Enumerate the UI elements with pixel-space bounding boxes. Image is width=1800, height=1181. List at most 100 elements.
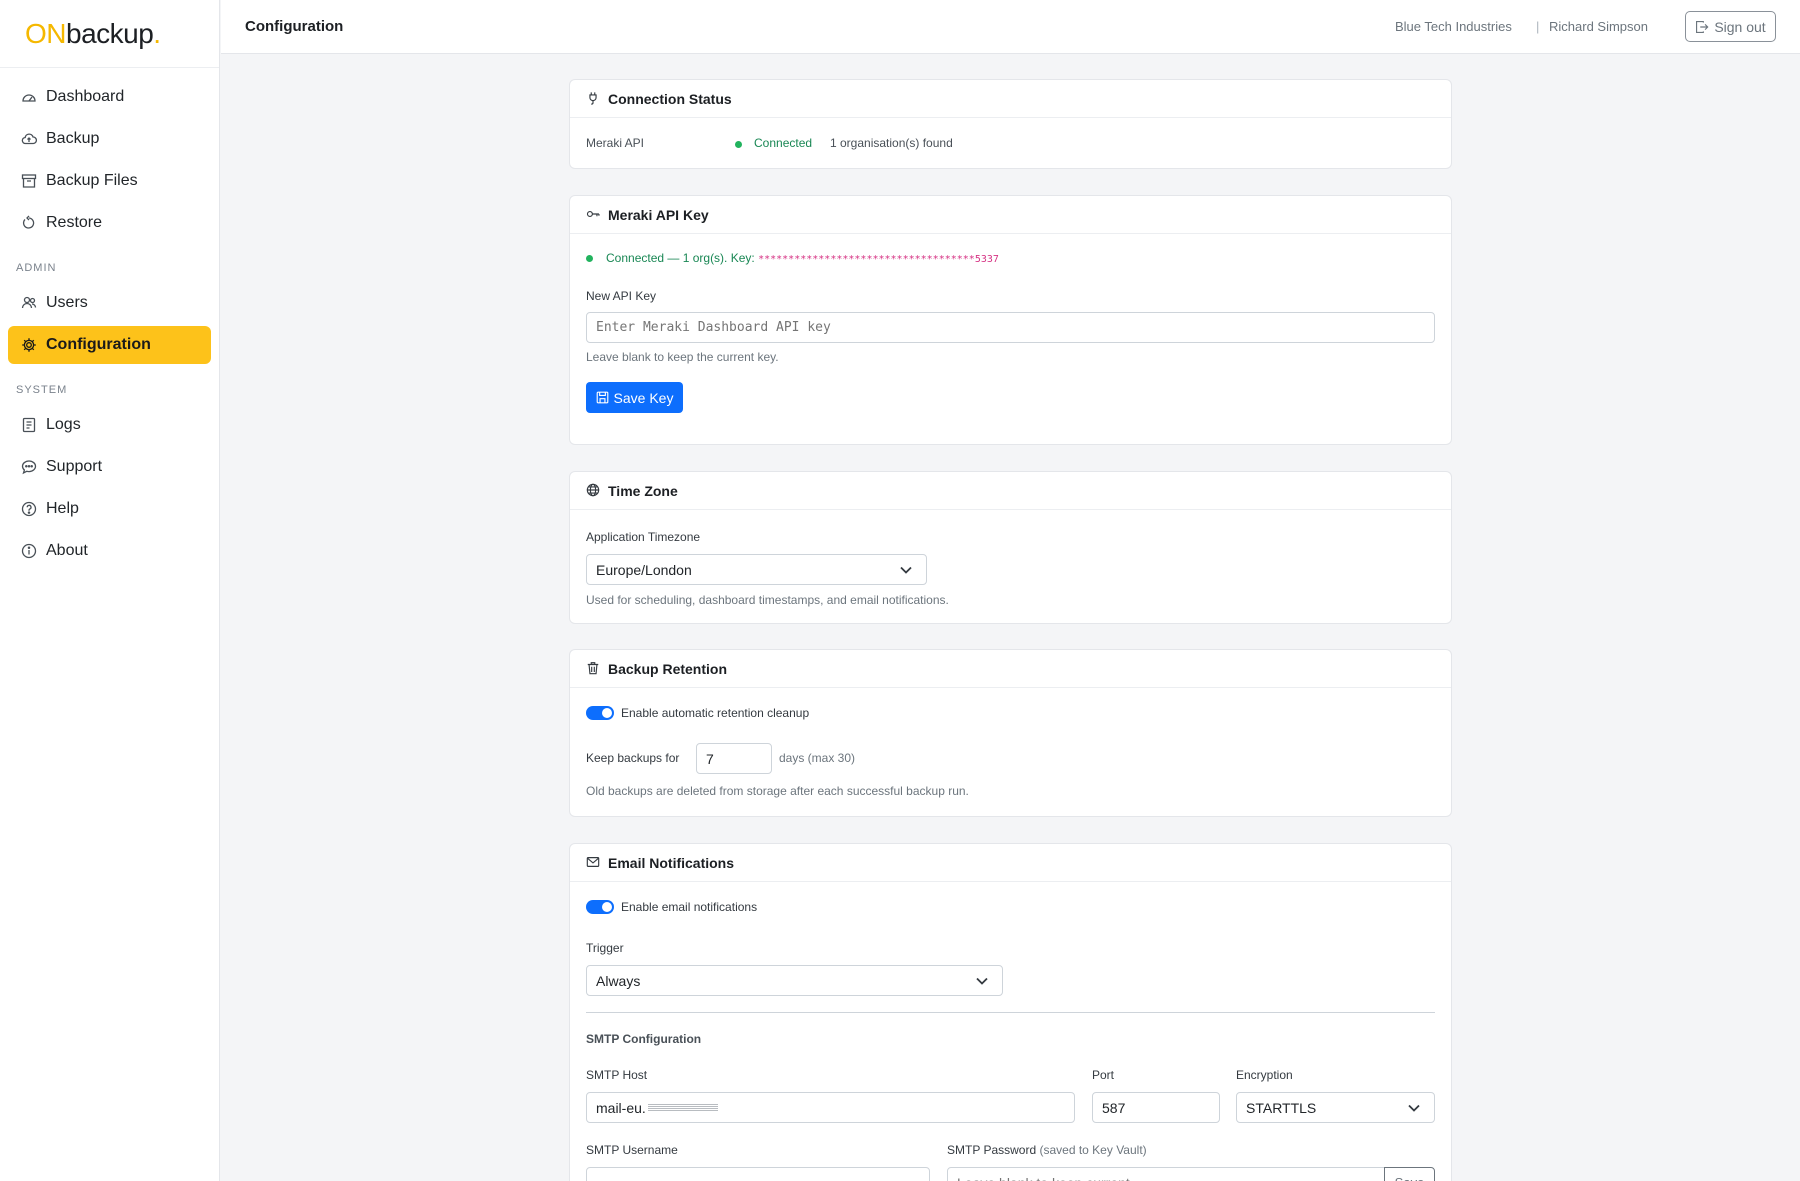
card-title: Time Zone xyxy=(608,482,678,499)
restore-arrow-icon xyxy=(22,215,35,229)
sidebar-item-backup[interactable]: Backup xyxy=(8,120,211,158)
save-key-button[interactable]: Save Key xyxy=(586,382,683,413)
email-notifications-toggle[interactable] xyxy=(586,900,614,914)
port-label: Port xyxy=(1092,1068,1115,1082)
sidebar-item-label: Support xyxy=(46,458,103,475)
application-timezone-label: Application Timezone xyxy=(586,530,701,544)
chevron-down-icon xyxy=(976,977,988,985)
smtp-password-input[interactable] xyxy=(947,1167,1385,1181)
retention-days-suffix: days (max 30) xyxy=(779,751,856,765)
smtp-username-label: SMTP Username xyxy=(586,1143,678,1157)
trigger-label: Trigger xyxy=(586,941,624,955)
sidebar-item-logs[interactable]: Logs xyxy=(8,406,211,444)
trigger-selected-value: Always xyxy=(596,972,641,989)
trash-icon xyxy=(587,662,599,675)
api-key-status-text: Connected — 1 org(s). Key: xyxy=(606,251,759,265)
smtp-host-input[interactable]: mail-eu. xyxy=(586,1092,1075,1123)
port-input[interactable] xyxy=(1092,1092,1220,1123)
connected-status-dot xyxy=(735,141,742,148)
sidebar-item-label: Restore xyxy=(46,214,103,231)
sidebar-item-backup-files[interactable]: Backup Files xyxy=(8,162,211,200)
brand-logo[interactable]: ON backup. xyxy=(0,0,219,68)
cloud-upload-icon xyxy=(21,133,37,145)
users-icon xyxy=(21,296,37,309)
meraki-api-key-card: Meraki API Key Connected — 1 org(s). Key… xyxy=(569,195,1452,445)
sidebar-item-help[interactable]: Help xyxy=(8,490,211,528)
top-bar: Configuration Blue Tech Industries | Ric… xyxy=(221,0,1800,54)
save-password-button[interactable]: Save xyxy=(1384,1167,1435,1181)
retention-help-text: Old backups are deleted from storage aft… xyxy=(586,784,969,798)
smtp-host-value: mail-eu. xyxy=(596,1099,646,1116)
dashboard-gauge-icon xyxy=(22,94,36,102)
organisation-count-text: 1 organisation(s) found xyxy=(830,136,953,150)
card-title: Email Notifications xyxy=(608,854,735,871)
connection-status-text: Connected xyxy=(754,136,813,150)
trigger-select[interactable]: Always xyxy=(586,965,1003,996)
sidebar-item-configuration[interactable]: Configuration xyxy=(8,326,211,364)
api-key-status-dot xyxy=(586,255,593,262)
envelope-icon xyxy=(586,857,600,867)
archive-box-icon xyxy=(21,174,37,188)
card-title: Backup Retention xyxy=(608,660,728,677)
email-notifications-card: Email Notifications Enable email notific… xyxy=(569,843,1452,1181)
sidebar-item-label: Dashboard xyxy=(46,88,125,105)
smtp-host-label: SMTP Host xyxy=(586,1068,648,1082)
timezone-select[interactable]: Europe/London xyxy=(586,554,927,585)
info-circle-icon xyxy=(21,543,37,559)
backup-retention-card: Backup Retention Enable automatic retent… xyxy=(569,649,1452,817)
masked-api-key: ************************************5337 xyxy=(758,254,999,265)
sidebar-section-system: SYSTEM xyxy=(16,384,68,396)
sign-out-label: Sign out xyxy=(1714,18,1766,35)
card-header: Time Zone xyxy=(570,472,1451,510)
new-api-key-input[interactable] xyxy=(586,312,1435,343)
card-header: Backup Retention xyxy=(570,650,1451,688)
sidebar-item-support[interactable]: Support xyxy=(8,448,211,486)
plug-icon xyxy=(589,92,597,105)
globe-icon xyxy=(586,483,600,497)
card-title: Connection Status xyxy=(608,90,732,107)
email-notifications-label: Enable email notifications xyxy=(621,900,758,914)
encryption-label: Encryption xyxy=(1236,1068,1293,1082)
api-key-help-text: Leave blank to keep the current key. xyxy=(586,350,779,364)
logo-on: ON xyxy=(25,17,67,49)
sidebar-item-dashboard[interactable]: Dashboard xyxy=(8,78,211,116)
section-divider xyxy=(586,1012,1435,1013)
encryption-select[interactable]: STARTTLS xyxy=(1236,1092,1435,1123)
smtp-password-label-text: SMTP Password xyxy=(947,1143,1037,1157)
card-header: Connection Status xyxy=(570,80,1451,118)
sidebar-nav: Dashboard Backup Backup Files Restore AD… xyxy=(0,68,219,570)
sign-out-button[interactable]: Sign out xyxy=(1685,11,1776,42)
connection-status-card: Connection Status Meraki API Connected 1… xyxy=(569,79,1452,169)
sidebar-section-admin: ADMIN xyxy=(16,262,57,274)
time-zone-card: Time Zone Application Timezone Europe/Lo… xyxy=(569,471,1452,624)
logo-dot: . xyxy=(153,17,161,49)
sidebar-item-restore[interactable]: Restore xyxy=(8,204,211,242)
redacted-host-mark xyxy=(647,1103,718,1112)
smtp-configuration-heading: SMTP Configuration xyxy=(586,1032,702,1046)
sidebar-item-label: Backup xyxy=(46,130,100,147)
retention-days-input[interactable] xyxy=(696,743,772,774)
sidebar-item-about[interactable]: About xyxy=(8,532,211,570)
retention-cleanup-label: Enable automatic retention cleanup xyxy=(621,706,810,720)
page-title: Configuration xyxy=(245,18,344,35)
user-name: Richard Simpson xyxy=(1549,19,1648,34)
save-floppy-icon xyxy=(596,391,608,404)
chevron-down-icon xyxy=(1408,1104,1420,1112)
smtp-password-note: (saved to Key Vault) xyxy=(1039,1143,1147,1157)
sidebar: ON backup. Dashboard Backup Backup Files … xyxy=(0,0,220,1181)
topbar-separator: | xyxy=(1536,19,1540,34)
key-icon xyxy=(586,210,600,218)
chat-bubble-icon xyxy=(21,460,37,475)
smtp-username-input[interactable] xyxy=(586,1167,930,1181)
meraki-api-label: Meraki API xyxy=(586,136,645,150)
sidebar-item-label: About xyxy=(46,542,88,559)
organisation-name: Blue Tech Industries xyxy=(1395,19,1512,34)
keep-backups-label: Keep backups for xyxy=(586,751,680,765)
sidebar-item-label: Help xyxy=(46,500,79,517)
retention-cleanup-toggle[interactable] xyxy=(586,706,614,720)
api-key-status: Connected — 1 org(s). Key: *************… xyxy=(606,251,999,265)
card-header: Email Notifications xyxy=(570,844,1451,882)
card-header: Meraki API Key xyxy=(570,196,1451,234)
sidebar-item-label: Logs xyxy=(46,416,81,433)
sidebar-item-users[interactable]: Users xyxy=(8,284,211,322)
